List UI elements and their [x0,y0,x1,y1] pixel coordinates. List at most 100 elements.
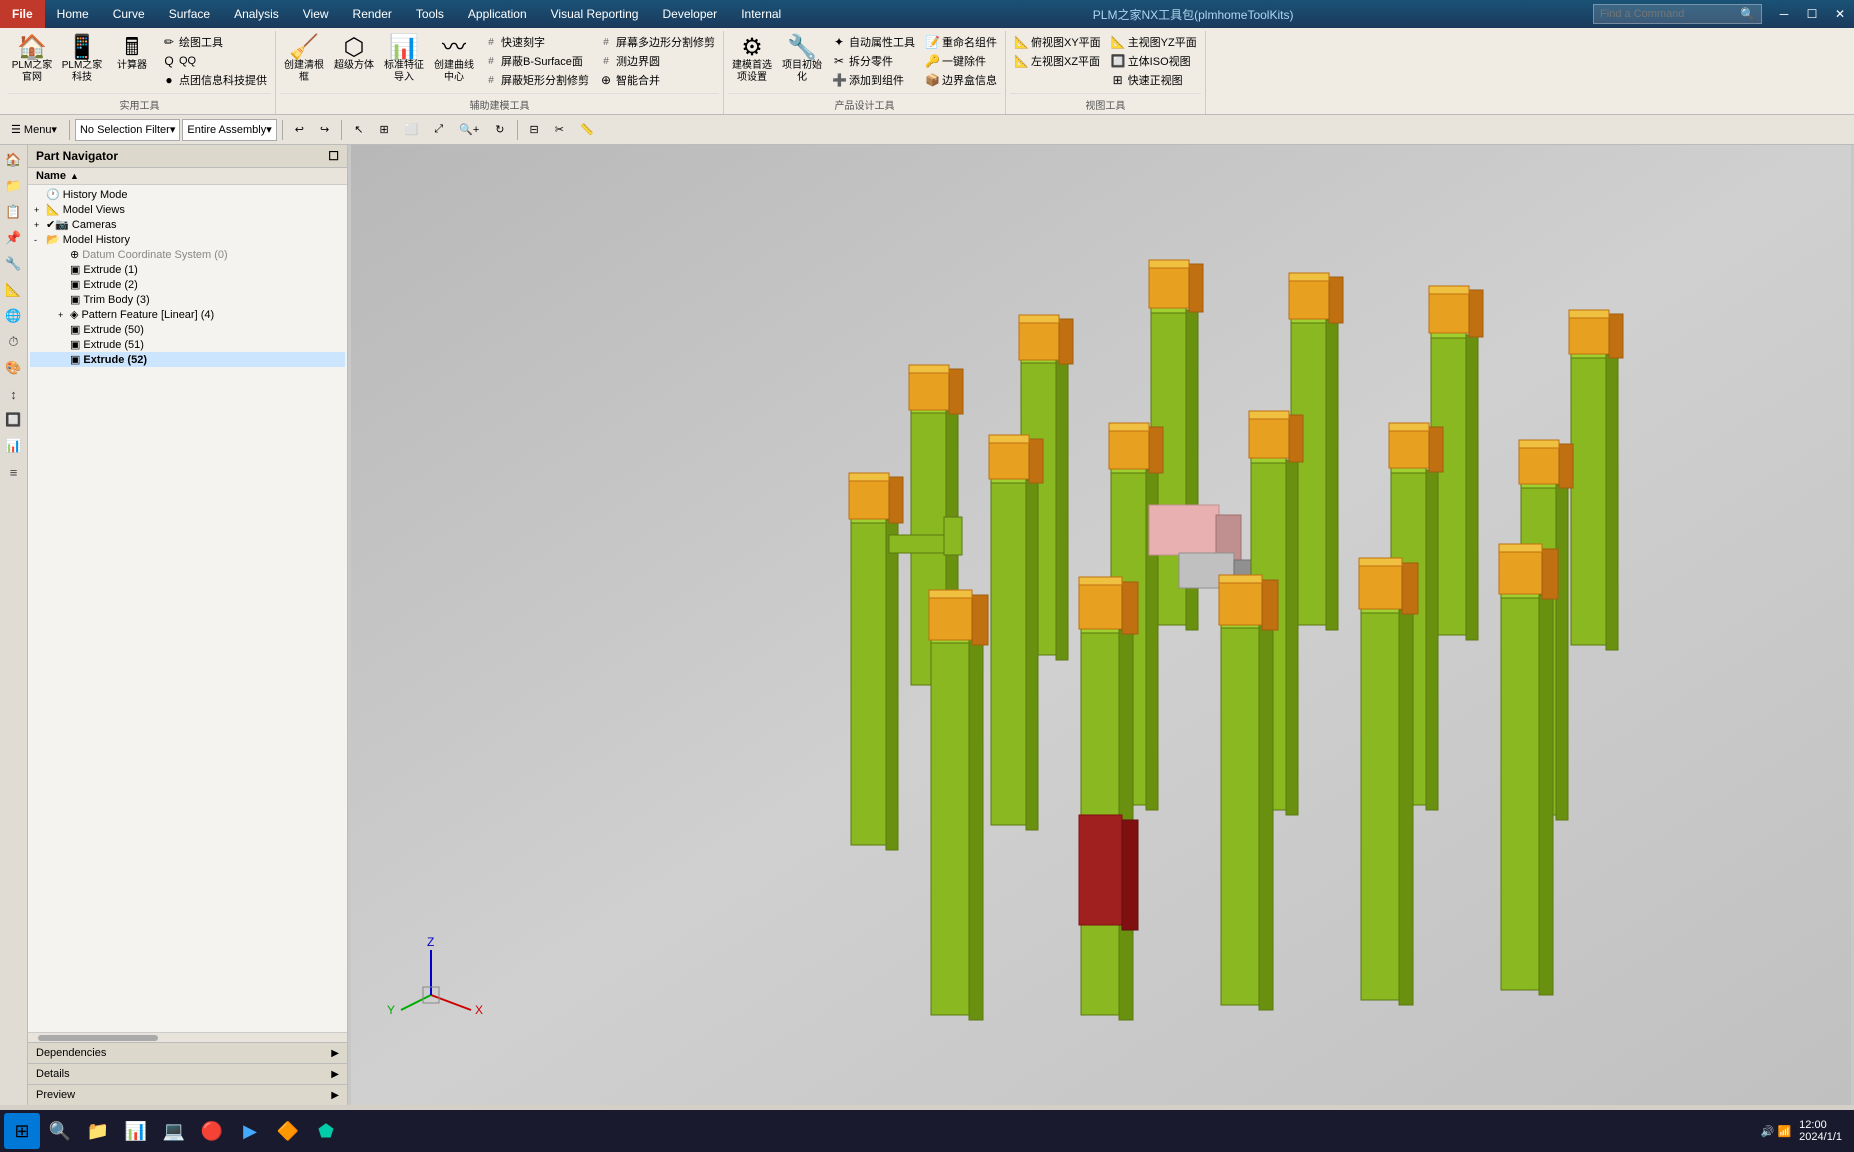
menu-view[interactable]: View [291,0,341,28]
super-cube-btn[interactable]: ⬡ 超级方体 [330,33,378,75]
tree-item-extrude51[interactable]: ▣ Extrude (51) [30,337,345,352]
auto-attr-btn[interactable]: ✦ 自动属性工具 [828,33,919,51]
tb-measure[interactable]: 📏 [573,120,601,139]
sidebar-icon-13[interactable]: ≡ [3,461,25,483]
tree-item-extrude1[interactable]: ▣ Extrude (1) [30,262,345,277]
menu-render[interactable]: Render [341,0,404,28]
sidebar-icon-6[interactable]: 📐 [3,279,25,301]
tree-item-extrude2[interactable]: ▣ Extrude (2) [30,277,345,292]
selection-filter-dropdown[interactable]: No Selection Filter ▾ [75,119,180,141]
sidebar-icon-5[interactable]: 🔧 [3,253,25,275]
details-panel[interactable]: Details ▶ [28,1063,347,1084]
tb-zoom-fit[interactable]: ⤢ [427,120,450,139]
sidebar-icon-12[interactable]: 📊 [3,435,25,457]
horizontal-scrollbar[interactable] [28,1032,347,1042]
tb-snap[interactable]: ⊞ [372,120,395,139]
sidebar-icon-11[interactable]: 🔲 [3,409,25,431]
menu-application[interactable]: Application [456,0,539,28]
sidebar-icon-8[interactable]: ⏱ [3,331,25,353]
sidebar-icon-3[interactable]: 📋 [3,201,25,223]
qq-btn[interactable]: Q QQ [158,52,271,70]
close-button[interactable]: ✕ [1826,0,1854,28]
shield-poly-btn[interactable]: # 屏幕多边形分割修剪 [595,33,719,51]
taskbar-app2-btn[interactable]: 💻 [156,1113,192,1149]
create-curve-center-btn[interactable]: 〰 创建曲线中心 [430,33,478,87]
tb-grid[interactable]: ⊟ [523,120,546,139]
part-nav-close-icon[interactable]: ☐ [328,149,339,163]
sidebar-icon-4[interactable]: 📌 [3,227,25,249]
taskbar-start-btn[interactable]: ⊞ [4,1113,40,1149]
tree-item-extrude52[interactable]: ▣ Extrude (52) [30,352,345,367]
menu-developer[interactable]: Developer [650,0,729,28]
measure-boundary-btn[interactable]: # 测边界圆 [595,52,719,70]
tb-redo[interactable]: ↪ [313,120,336,139]
menu-curve[interactable]: Curve [101,0,157,28]
taskbar-search-btn[interactable]: 🔍 [42,1113,78,1149]
sidebar-icon-2[interactable]: 📁 [3,175,25,197]
menu-visual-reporting[interactable]: Visual Reporting [539,0,651,28]
top-view-btn[interactable]: 📐 俯视图XY平面 [1010,33,1105,51]
taskbar-files-btn[interactable]: 📁 [80,1113,116,1149]
plm-tech-btn[interactable]: 📱 PLM之家科技 [58,33,106,87]
find-command-input[interactable] [1600,8,1740,20]
sidebar-icon-7[interactable]: 🌐 [3,305,25,327]
minimize-button[interactable]: ─ [1770,0,1798,28]
sidebar-icon-1[interactable]: 🏠 [3,149,25,171]
restore-button[interactable]: ☐ [1798,0,1826,28]
file-button[interactable]: File [0,0,45,28]
project-init-btn[interactable]: 🔧 项目初始化 [778,33,826,87]
menu-analysis[interactable]: Analysis [222,0,291,28]
split-part-btn[interactable]: ✂ 拆分零件 [828,52,919,70]
bounding-box-btn[interactable]: 📦 边界盒信息 [921,71,1001,89]
left-view-btn[interactable]: 📐 左视图XZ平面 [1010,52,1105,70]
tree-item-model-history[interactable]: - 📂 Model History [30,232,345,247]
tree-item-pattern-feature[interactable]: + ◈ Pattern Feature [Linear] (4) [30,307,345,322]
menu-toggle-btn[interactable]: ☰ Menu▾ [4,120,64,139]
3d-viewport[interactable]: X Y Z [348,145,1854,1105]
tb-zoom-in[interactable]: 🔍+ [452,120,486,139]
tb-select[interactable]: ↖ [347,120,370,139]
one-key-remove-btn[interactable]: 🔑 一键除件 [921,52,1001,70]
sidebar-icon-10[interactable]: ↕ [3,383,25,405]
tree-item-datum-cs[interactable]: ⊕ Datum Coordinate System (0) [30,247,345,262]
tree-item-trim-body[interactable]: ▣ Trim Body (3) [30,292,345,307]
tree-item-extrude50[interactable]: ▣ Extrude (50) [30,322,345,337]
taskbar-app3-btn[interactable]: 🔴 [194,1113,230,1149]
taskbar-app1-btn[interactable]: 📊 [118,1113,154,1149]
find-command-box[interactable]: 🔍 [1593,4,1762,24]
menu-internal[interactable]: Internal [729,0,793,28]
menu-surface[interactable]: Surface [157,0,222,28]
shield-rect-btn[interactable]: # 屏蔽矩形分割修剪 [480,71,593,89]
sidebar-icon-9[interactable]: 🎨 [3,357,25,379]
menu-home[interactable]: Home [45,0,101,28]
menu-tools[interactable]: Tools [404,0,456,28]
preview-panel[interactable]: Preview ▶ [28,1084,347,1105]
tb-undo[interactable]: ↩ [288,120,311,139]
drawing-tool-btn[interactable]: ✏ 绘图工具 [158,33,271,51]
shield-bsurface-btn[interactable]: # 屏蔽B-Surface面 [480,52,593,70]
quick-ortho-btn[interactable]: ⊞ 快速正视图 [1107,71,1201,89]
tree-item-history-mode[interactable]: 🕐 History Mode [30,187,345,202]
create-root-frame-btn[interactable]: 🧹 创建清根框 [280,33,328,87]
iso-view-btn[interactable]: 🔲 立体ISO视图 [1107,52,1201,70]
std-feature-import-btn[interactable]: 📊 标准特征导入 [380,33,428,87]
smart-merge-btn[interactable]: ⊕ 智能合并 [595,71,719,89]
rename-component-btn[interactable]: 📝 重命名组件 [921,33,1001,51]
assembly-dropdown[interactable]: Entire Assembly ▾ [182,119,276,141]
front-view-btn[interactable]: 📐 主视图YZ平面 [1107,33,1201,51]
modeling-prefs-btn[interactable]: ⚙ 建模首选项设置 [728,33,776,87]
tree-item-model-views[interactable]: + 📐 Model Views [30,202,345,217]
dependencies-panel[interactable]: Dependencies ▶ [28,1042,347,1063]
tb-clip[interactable]: ✂ [548,120,571,139]
tree-item-cameras[interactable]: + ✔📷 Cameras [30,217,345,232]
calculator-btn[interactable]: 🖩 计算器 [108,33,156,75]
plm-home-btn[interactable]: 🏠 PLM之家官网 [8,33,56,87]
quick-engrave-btn[interactable]: # 快速刻字 [480,33,593,51]
taskbar-app6-btn[interactable]: ⬟ [308,1113,344,1149]
tb-rotate[interactable]: ↻ [488,120,511,139]
taskbar-app5-btn[interactable]: 🔶 [270,1113,306,1149]
taskbar-app4-btn[interactable]: ▶ [232,1113,268,1149]
tb-window[interactable]: ⬜ [398,120,426,139]
add-component-btn[interactable]: ➕ 添加到组件 [828,71,919,89]
info-btn[interactable]: ● 点团信息科技提供 [158,71,271,89]
